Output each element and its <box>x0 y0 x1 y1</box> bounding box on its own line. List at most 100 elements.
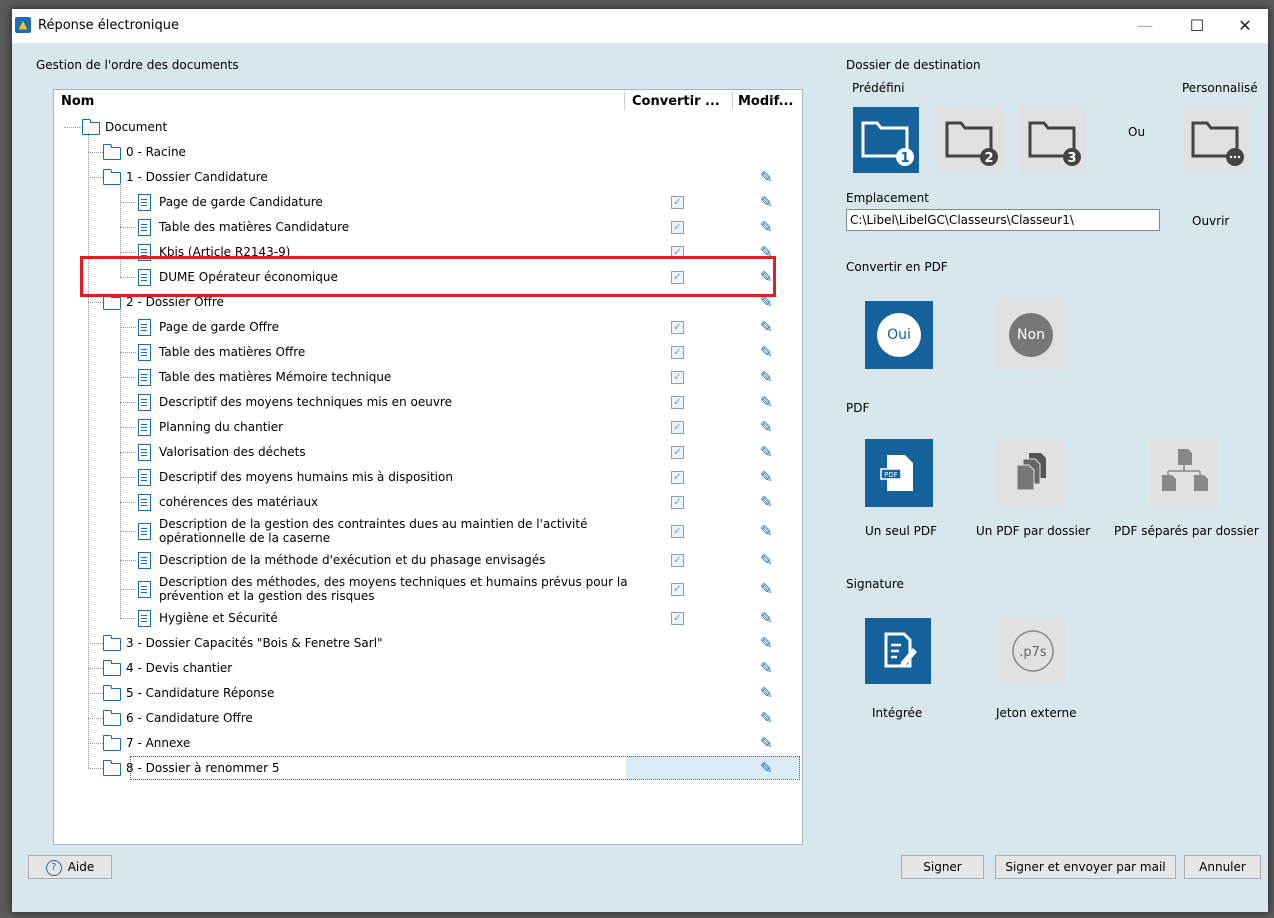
tree-connector <box>88 151 103 153</box>
convert-oui-button[interactable]: Oui <box>865 301 933 369</box>
single-pdf-button[interactable]: PDF <box>865 439 933 507</box>
edit-pencil-icon[interactable]: ✎ <box>760 635 774 650</box>
convert-checkbox[interactable]: ✓ <box>671 195 684 209</box>
predefined-folder-2-button[interactable]: 2 <box>937 107 1003 173</box>
column-convertir[interactable]: Convertir ... <box>632 94 720 109</box>
tree-folder-row[interactable]: Document <box>54 114 802 139</box>
tree-document-row[interactable]: Descriptif des moyens techniques mis en … <box>54 389 802 414</box>
tree-document-row[interactable]: Page de garde Candidature ✓ ✎ <box>54 189 802 214</box>
tree-document-row[interactable]: cohérences des matériaux ✓ ✎ <box>54 489 802 514</box>
document-icon <box>138 418 151 436</box>
signer-envoyer-mail-button[interactable]: Signer et envoyer par mail <box>995 855 1176 879</box>
edit-pencil-icon[interactable]: ✎ <box>760 344 774 359</box>
convert-checkbox[interactable]: ✓ <box>671 345 684 359</box>
tree-document-row[interactable]: Planning du chantier ✓ ✎ <box>54 414 802 439</box>
emplacement-field[interactable]: C:\Libel\LibelGC\Classeurs\Classeur1\ <box>846 209 1160 231</box>
edit-pencil-icon[interactable]: ✎ <box>760 552 774 567</box>
edit-pencil-icon[interactable]: ✎ <box>760 660 774 675</box>
convert-checkbox[interactable]: ✓ <box>671 420 684 434</box>
tree-document-row[interactable]: Valorisation des déchets ✓ ✎ <box>54 439 802 464</box>
predefined-folder-1-button[interactable]: 1 <box>853 107 919 173</box>
edit-pencil-icon[interactable]: ✎ <box>760 169 774 184</box>
multi-pdf-icon <box>1016 453 1046 491</box>
row-label-line2: prévention et la gestion des risques <box>159 588 375 603</box>
edit-pencil-icon[interactable]: ✎ <box>760 444 774 459</box>
tree-document-row[interactable]: Hygiène et Sécurité ✓ ✎ <box>54 605 802 630</box>
edit-pencil-icon[interactable]: ✎ <box>760 610 774 625</box>
row-label: 8 - Dossier à renommer 5 <box>126 760 280 775</box>
folder-icon <box>102 759 121 776</box>
tree-connector <box>88 767 103 769</box>
maximize-button[interactable]: ☐ <box>1174 12 1220 40</box>
convert-checkbox[interactable]: ✓ <box>671 553 684 567</box>
edit-pencil-icon[interactable]: ✎ <box>760 710 774 725</box>
pdf-tree-icon <box>1162 449 1208 491</box>
jeton-externe-button[interactable]: .p7s <box>1000 618 1066 684</box>
edit-pencil-icon[interactable]: ✎ <box>760 735 774 750</box>
pdf-per-folder-label: Un PDF par dossier <box>976 524 1091 538</box>
tree-folder-row[interactable]: 8 - Dossier à renommer 5 ✎ <box>54 755 802 780</box>
edit-pencil-icon[interactable]: ✎ <box>760 219 774 234</box>
emplacement-label: Emplacement <box>846 191 929 205</box>
predefined-folder-3-button[interactable]: 3 <box>1020 107 1086 173</box>
convert-checkbox[interactable]: ✓ <box>671 470 684 484</box>
signature-integree-button[interactable] <box>865 618 931 684</box>
signed-document-icon <box>884 632 917 668</box>
tree-document-row[interactable]: Table des matières Offre ✓ ✎ <box>54 339 802 364</box>
document-tree[interactable]: Nom Convertir ... Modif... Document 0 - R… <box>53 89 803 845</box>
convert-checkbox[interactable]: ✓ <box>671 524 684 538</box>
single-pdf-label: Un seul PDF <box>865 524 937 538</box>
convert-checkbox[interactable]: ✓ <box>671 370 684 384</box>
separate-pdf-button[interactable] <box>1150 439 1218 507</box>
edit-pencil-icon[interactable]: ✎ <box>760 581 774 596</box>
convert-non-button[interactable]: Non <box>997 301 1065 369</box>
edit-pencil-icon[interactable]: ✎ <box>760 319 774 334</box>
tree-folder-row[interactable]: 7 - Annexe ✎ <box>54 730 802 755</box>
convert-checkbox[interactable]: ✓ <box>671 495 684 509</box>
edit-pencil-icon[interactable]: ✎ <box>760 760 774 775</box>
tree-folder-row[interactable]: 5 - Candidature Réponse ✎ <box>54 680 802 705</box>
annuler-button[interactable]: Annuler <box>1184 855 1261 879</box>
edit-pencil-icon[interactable]: ✎ <box>760 394 774 409</box>
edit-pencil-icon[interactable]: ✎ <box>760 419 774 434</box>
convert-checkbox[interactable]: ✓ <box>671 395 684 409</box>
row-label: Descriptif des moyens techniques mis en … <box>159 394 452 409</box>
tree-folder-row[interactable]: 1 - Dossier Candidature ✎ <box>54 164 802 189</box>
convert-checkbox[interactable]: ✓ <box>671 582 684 596</box>
column-nom[interactable]: Nom <box>61 94 94 109</box>
edit-pencil-icon[interactable]: ✎ <box>760 523 774 538</box>
tree-connector <box>120 401 136 403</box>
document-icon <box>138 609 151 627</box>
convert-checkbox[interactable]: ✓ <box>671 220 684 234</box>
tree-document-row[interactable]: Description des méthodes, des moyens tec… <box>54 572 802 605</box>
folder-icon <box>102 684 121 701</box>
edit-pencil-icon[interactable]: ✎ <box>760 469 774 484</box>
edit-pencil-icon[interactable]: ✎ <box>760 494 774 509</box>
highlight-annotation-box <box>80 256 776 297</box>
signer-button[interactable]: Signer <box>901 855 984 879</box>
tree-document-row[interactable]: Page de garde Offre ✓ ✎ <box>54 314 802 339</box>
tree-folder-row[interactable]: 4 - Devis chantier ✎ <box>54 655 802 680</box>
tree-document-row[interactable]: Descriptif des moyens humains mis à disp… <box>54 464 802 489</box>
convert-checkbox[interactable]: ✓ <box>671 611 684 625</box>
edit-pencil-icon[interactable]: ✎ <box>760 685 774 700</box>
tree-document-row[interactable]: Table des matières Mémoire technique ✓ ✎ <box>54 364 802 389</box>
edit-pencil-icon[interactable]: ✎ <box>760 194 774 209</box>
tree-document-row[interactable]: Description de la gestion des contrainte… <box>54 514 802 547</box>
custom-folder-button[interactable] <box>1183 107 1249 173</box>
close-button[interactable]: ✕ <box>1222 12 1268 40</box>
tree-document-row[interactable]: Table des matières Candidature ✓ ✎ <box>54 214 802 239</box>
tree-folder-row[interactable]: 3 - Dossier Capacités "Bois & Fenetre Sa… <box>54 630 802 655</box>
convert-checkbox[interactable]: ✓ <box>671 320 684 334</box>
column-modif[interactable]: Modif... <box>738 94 793 109</box>
tree-document-row[interactable]: Description de la méthode d'exécution et… <box>54 547 802 572</box>
minimize-button[interactable]: — <box>1122 12 1168 40</box>
convert-checkbox[interactable]: ✓ <box>671 445 684 459</box>
tree-folder-row[interactable]: 0 - Racine <box>54 139 802 164</box>
edit-pencil-icon[interactable]: ✎ <box>760 369 774 384</box>
aide-button[interactable]: ? Aide <box>28 855 112 879</box>
ouvrir-button[interactable]: Ouvrir <box>1192 214 1229 228</box>
row-label: Description des méthodes, des moyens tec… <box>159 575 628 603</box>
tree-folder-row[interactable]: 6 - Candidature Offre ✎ <box>54 705 802 730</box>
pdf-per-folder-button[interactable] <box>997 439 1065 507</box>
